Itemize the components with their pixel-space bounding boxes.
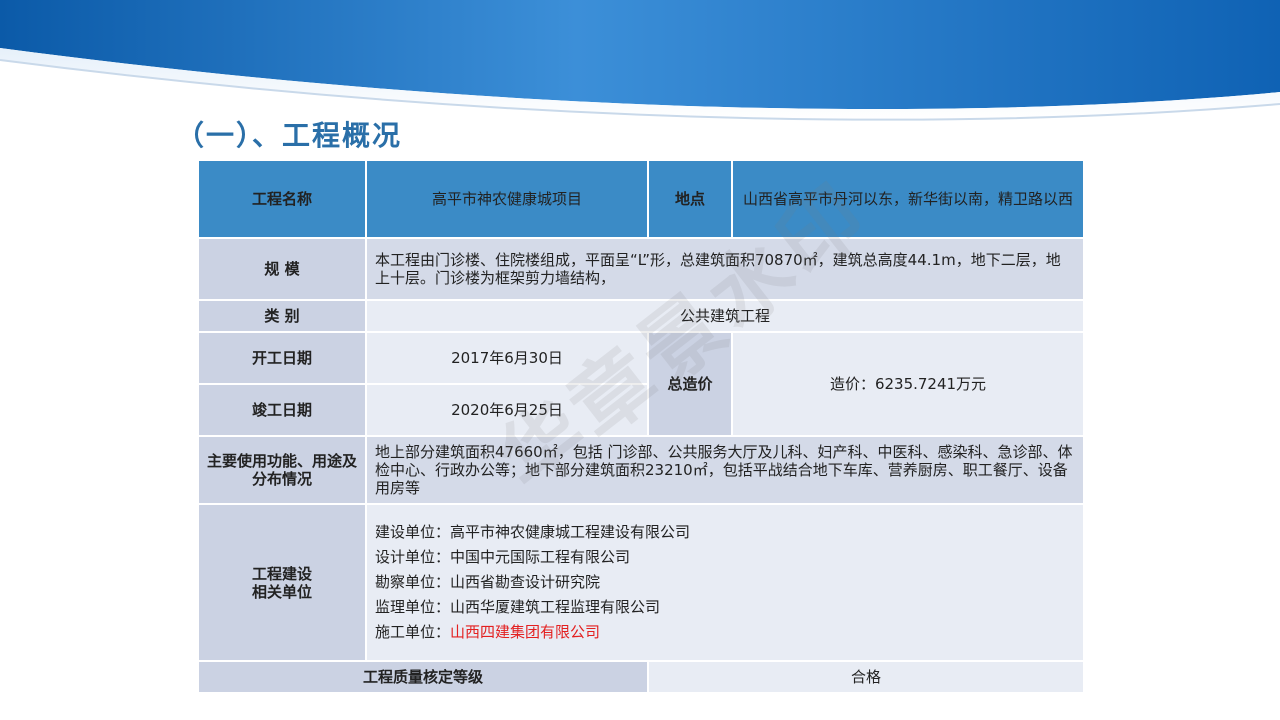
list-item: 勘察单位：山西省勘查设计研究院	[375, 570, 1075, 595]
table-row: 类 别 公共建筑工程	[197, 299, 1085, 333]
category-label: 类 别	[197, 299, 367, 333]
start-date-value: 2017年6月30日	[365, 331, 649, 385]
unit-name: 高平市神农健康城工程建设有限公司	[450, 523, 691, 541]
table-row: 规 模 本工程由门诊楼、住院楼组成，平面呈“L”形，总建筑面积70870㎡，建筑…	[197, 237, 1085, 301]
scale-label: 规 模	[197, 237, 367, 301]
function-label: 主要使用功能、用途及分布情况	[197, 435, 367, 505]
units-label: 工程建设 相关单位	[197, 503, 367, 662]
project-overview-table: 工程名称 高平市神农健康城项目 地点 山西省高平市丹河以东，新华街以南，精卫路以…	[197, 159, 1085, 694]
location-value: 山西省高平市丹河以东，新华街以南，精卫路以西	[731, 159, 1085, 239]
unit-name: 中国中元国际工程有限公司	[450, 548, 631, 566]
quality-value: 合格	[647, 660, 1085, 694]
function-value: 地上部分建筑面积47660㎡，包括 门诊部、公共服务大厅及儿科、妇产科、中医科、…	[365, 435, 1085, 505]
scale-value: 本工程由门诊楼、住院楼组成，平面呈“L”形，总建筑面积70870㎡，建筑总高度4…	[365, 237, 1085, 301]
table-row: 主要使用功能、用途及分布情况 地上部分建筑面积47660㎡，包括 门诊部、公共服…	[197, 435, 1085, 505]
end-date-value: 2020年6月25日	[365, 383, 649, 437]
table-row: 工程名称 高平市神农健康城项目 地点 山西省高平市丹河以东，新华街以南，精卫路以…	[197, 159, 1085, 239]
start-date-label: 开工日期	[197, 331, 367, 385]
total-cost-label: 总造价	[647, 331, 733, 437]
page-title: （一）、工程概况	[176, 119, 403, 152]
quality-label: 工程质量核定等级	[197, 660, 649, 694]
list-item: 建设单位：高平市神农健康城工程建设有限公司	[375, 520, 1075, 545]
total-cost-value: 造价：6235.7241万元	[731, 331, 1085, 437]
unit-role: 勘察单位：	[375, 573, 451, 591]
table-row: 工程质量核定等级 合格	[197, 660, 1085, 694]
table-row: 工程建设 相关单位 建设单位：高平市神农健康城工程建设有限公司 设计单位：中国中…	[197, 503, 1085, 662]
unit-name: 山西华厦建筑工程监理有限公司	[450, 598, 661, 616]
unit-role: 建设单位：	[375, 523, 451, 541]
units-list: 建设单位：高平市神农健康城工程建设有限公司 设计单位：中国中元国际工程有限公司 …	[365, 503, 1085, 662]
location-label: 地点	[647, 159, 733, 239]
end-date-label: 竣工日期	[197, 383, 367, 437]
units-label-line2: 相关单位	[251, 582, 312, 601]
contractor-name: 山西四建集团有限公司	[450, 623, 601, 641]
category-value: 公共建筑工程	[365, 299, 1085, 333]
project-name-label: 工程名称	[197, 159, 367, 239]
units-label-line1: 工程建设	[251, 564, 312, 583]
unit-role: 设计单位：	[375, 548, 451, 566]
unit-role: 施工单位：	[375, 623, 451, 641]
list-item: 监理单位：山西华厦建筑工程监理有限公司	[375, 595, 1075, 620]
unit-name: 山西省勘查设计研究院	[450, 573, 601, 591]
unit-role: 监理单位：	[375, 598, 451, 616]
list-item: 设计单位：中国中元国际工程有限公司	[375, 545, 1075, 570]
project-name-value: 高平市神农健康城项目	[365, 159, 649, 239]
table-row: 开工日期 2017年6月30日 总造价 造价：6235.7241万元	[197, 331, 1085, 437]
list-item: 施工单位：山西四建集团有限公司	[375, 620, 1075, 645]
